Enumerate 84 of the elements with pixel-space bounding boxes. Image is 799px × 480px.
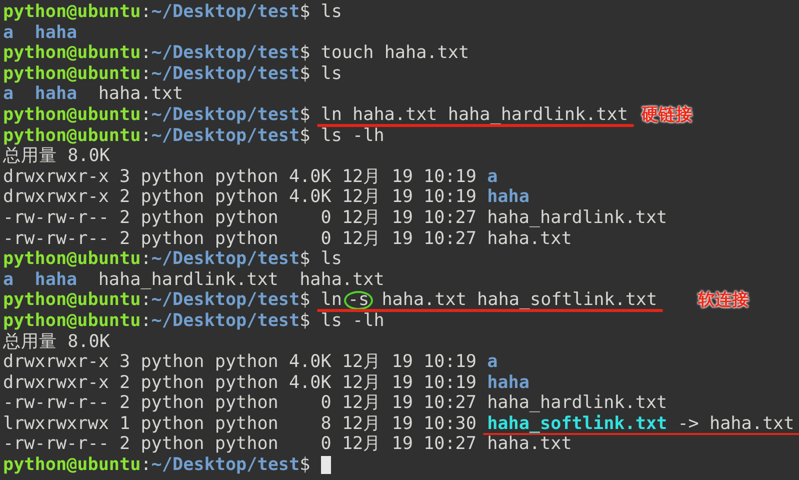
prompt-symbol: $ [300, 290, 310, 311]
directory-name: a [3, 270, 14, 290]
listing-details: drwxrwxr-x 2 python python 4.0K 12月 19 10:19 [3, 187, 476, 208]
prompt-user: python@ubuntu [3, 126, 141, 146]
prompt-path: ~/Desktop/test [151, 290, 300, 311]
directory-name: haha [487, 187, 530, 208]
prompt-path: ~/Desktop/test [151, 104, 300, 126]
command-word: touch [320, 43, 374, 64]
file-name: haha.txt [709, 414, 794, 434]
prompt-path: ~/Desktop/test [151, 43, 300, 64]
directory-name: haha [34, 84, 78, 105]
symlink-name: haha_softlink.txt [487, 414, 668, 434]
prompt-user: python@ubuntu [3, 249, 141, 270]
file-name: haha.txt [300, 270, 384, 290]
prompt-symbol: $ [300, 249, 310, 270]
command-word: haha_softlink.txt [477, 290, 658, 311]
command-word: ls [320, 64, 342, 84]
directory-name: haha [487, 372, 530, 394]
annotation-label: 软连接 [698, 290, 749, 311]
command-word: ls [320, 310, 342, 332]
command-word: ln [320, 104, 342, 126]
listing-details: drwxrwxr-x 3 python python 4.0K 12月 19 10:19 [3, 166, 476, 188]
command-word: haha_hardlink.txt [448, 104, 628, 126]
file-name: haha.txt [98, 84, 184, 105]
prompt-symbol: $ [300, 2, 310, 23]
command-word: haha.txt [384, 43, 470, 64]
command-word: -lh [352, 310, 384, 332]
listing-details: drwxrwxr-x 3 python python 4.0K 12月 19 10:19 [3, 352, 476, 373]
command-word: haha.txt [352, 104, 438, 126]
prompt-path: ~/Desktop/test [151, 64, 300, 84]
prompt-separator: : [140, 290, 152, 311]
output-line: 总用量 8.0K [3, 146, 110, 167]
command-word: haha.txt [382, 290, 466, 311]
listing-details: lrwxrwxrwx 1 python python 8 12月 19 10:30 [3, 414, 476, 434]
prompt-separator: : [140, 43, 152, 64]
listing-details: -rw-rw-r-- 2 python python 0 12月 19 10:27 [3, 434, 476, 456]
file-name: haha_hardlink.txt [487, 393, 668, 414]
directory-name: haha [34, 22, 78, 44]
listing-details: -rw-rw-r-- 2 python python 0 12月 19 10:27 [3, 208, 476, 229]
prompt-user: python@ubuntu [3, 290, 141, 311]
listing-details: -rw-rw-r-- 2 python python 0 12月 19 10:27 [3, 228, 476, 250]
prompt-path: ~/Desktop/test [151, 249, 300, 270]
file-name: haha_hardlink.txt [98, 270, 278, 290]
file-name: haha.txt [487, 228, 572, 250]
output-line: 总用量 8.0K [3, 332, 110, 352]
prompt-user: python@ubuntu [3, 43, 141, 64]
annotation-label: 硬链接 [642, 104, 693, 126]
command-word: ls [320, 249, 342, 270]
prompt-symbol: $ [300, 310, 310, 332]
file-name: -> [678, 414, 699, 434]
prompt-symbol: $ [300, 455, 310, 476]
listing-details: -rw-rw-r-- 2 python python 0 12月 19 10:27 [3, 393, 476, 414]
listing-details: drwxrwxr-x 2 python python 4.0K 12月 19 10:19 [3, 372, 476, 394]
prompt-separator: : [140, 310, 152, 332]
directory-name: a [487, 166, 498, 188]
directory-name: haha [34, 270, 78, 290]
prompt-user: python@ubuntu [3, 64, 141, 84]
prompt-user: python@ubuntu [3, 310, 141, 332]
prompt-separator: : [140, 249, 152, 270]
file-name: haha.txt [487, 434, 572, 456]
directory-name: a [487, 352, 498, 373]
file-name: haha_hardlink.txt [487, 208, 668, 229]
prompt-separator: : [140, 2, 152, 23]
prompt-separator: : [140, 104, 152, 126]
prompt-user: python@ubuntu [3, 455, 141, 476]
directory-name: a [3, 22, 14, 44]
command-word: ln [320, 290, 342, 311]
prompt-separator: : [140, 126, 152, 146]
prompt-symbol: $ [300, 43, 310, 64]
prompt-path: ~/Desktop/test [151, 126, 300, 146]
prompt-symbol: $ [300, 64, 310, 84]
prompt-separator: : [140, 64, 152, 84]
command-word: ls [320, 2, 342, 23]
command-word: -lh [352, 126, 384, 146]
prompt-user: python@ubuntu [3, 2, 141, 23]
prompt-symbol: $ [300, 104, 310, 126]
command-word: ls [320, 126, 342, 146]
prompt-path: ~/Desktop/test [151, 310, 300, 332]
prompt-path: ~/Desktop/test [151, 2, 300, 23]
prompt-symbol: $ [300, 126, 310, 146]
prompt-path: ~/Desktop/test [151, 455, 300, 476]
prompt-user: python@ubuntu [3, 104, 141, 126]
directory-name: a [3, 84, 14, 105]
prompt-separator: : [140, 455, 152, 476]
